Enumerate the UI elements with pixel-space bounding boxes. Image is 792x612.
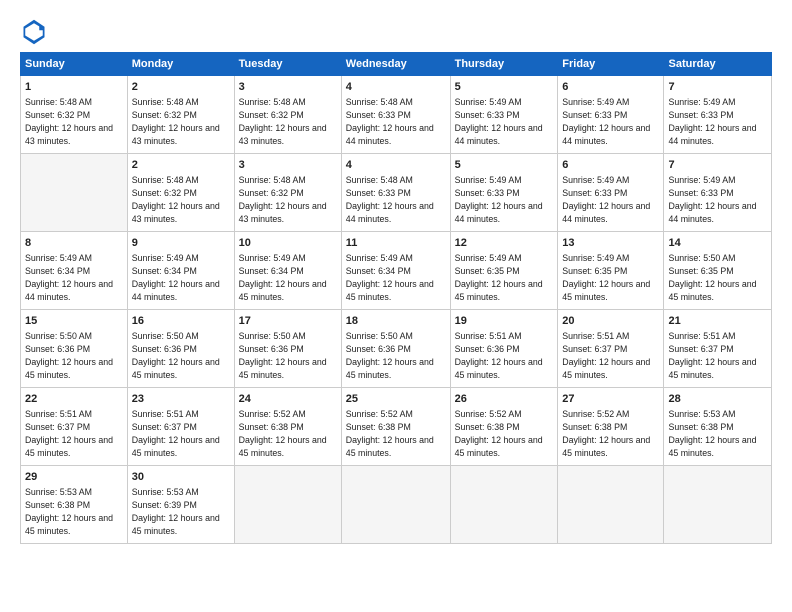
calendar-header-row: SundayMondayTuesdayWednesdayThursdayFrid… — [21, 53, 772, 76]
calendar-cell: 29Sunrise: 5:53 AMSunset: 6:38 PMDayligh… — [21, 466, 128, 544]
calendar-cell: 10Sunrise: 5:49 AMSunset: 6:34 PMDayligh… — [234, 232, 341, 310]
calendar-cell: 16Sunrise: 5:50 AMSunset: 6:36 PMDayligh… — [127, 310, 234, 388]
calendar-cell: 1Sunrise: 5:48 AMSunset: 6:32 PMDaylight… — [21, 76, 128, 154]
calendar-cell: 24Sunrise: 5:52 AMSunset: 6:38 PMDayligh… — [234, 388, 341, 466]
calendar-cell: 28Sunrise: 5:53 AMSunset: 6:38 PMDayligh… — [664, 388, 772, 466]
calendar-cell: 23Sunrise: 5:51 AMSunset: 6:37 PMDayligh… — [127, 388, 234, 466]
calendar-cell: 3Sunrise: 5:48 AMSunset: 6:32 PMDaylight… — [234, 76, 341, 154]
calendar-cell: 30Sunrise: 5:53 AMSunset: 6:39 PMDayligh… — [127, 466, 234, 544]
calendar-row: 1Sunrise: 5:48 AMSunset: 6:32 PMDaylight… — [21, 76, 772, 154]
calendar-cell: 13Sunrise: 5:49 AMSunset: 6:35 PMDayligh… — [558, 232, 664, 310]
calendar-cell: 6Sunrise: 5:49 AMSunset: 6:33 PMDaylight… — [558, 154, 664, 232]
calendar-cell: 5Sunrise: 5:49 AMSunset: 6:33 PMDaylight… — [450, 76, 558, 154]
calendar-cell: 2Sunrise: 5:48 AMSunset: 6:32 PMDaylight… — [127, 76, 234, 154]
calendar-cell: 4Sunrise: 5:48 AMSunset: 6:33 PMDaylight… — [341, 76, 450, 154]
calendar-cell: 17Sunrise: 5:50 AMSunset: 6:36 PMDayligh… — [234, 310, 341, 388]
calendar-cell: 3Sunrise: 5:48 AMSunset: 6:32 PMDaylight… — [234, 154, 341, 232]
calendar-cell — [558, 466, 664, 544]
calendar-row: 22Sunrise: 5:51 AMSunset: 6:37 PMDayligh… — [21, 388, 772, 466]
calendar-cell: 25Sunrise: 5:52 AMSunset: 6:38 PMDayligh… — [341, 388, 450, 466]
calendar-cell: 4Sunrise: 5:48 AMSunset: 6:33 PMDaylight… — [341, 154, 450, 232]
page: SundayMondayTuesdayWednesdayThursdayFrid… — [0, 0, 792, 554]
calendar-header-cell: Sunday — [21, 53, 128, 76]
calendar-row: 29Sunrise: 5:53 AMSunset: 6:38 PMDayligh… — [21, 466, 772, 544]
calendar-header-cell: Tuesday — [234, 53, 341, 76]
calendar-cell: 14Sunrise: 5:50 AMSunset: 6:35 PMDayligh… — [664, 232, 772, 310]
calendar-cell: 9Sunrise: 5:49 AMSunset: 6:34 PMDaylight… — [127, 232, 234, 310]
calendar-cell: 22Sunrise: 5:51 AMSunset: 6:37 PMDayligh… — [21, 388, 128, 466]
calendar-cell — [664, 466, 772, 544]
calendar-header-cell: Friday — [558, 53, 664, 76]
calendar-header-cell: Thursday — [450, 53, 558, 76]
calendar-cell: 11Sunrise: 5:49 AMSunset: 6:34 PMDayligh… — [341, 232, 450, 310]
calendar-cell: 8Sunrise: 5:49 AMSunset: 6:34 PMDaylight… — [21, 232, 128, 310]
calendar-cell: 18Sunrise: 5:50 AMSunset: 6:36 PMDayligh… — [341, 310, 450, 388]
calendar-row: 2Sunrise: 5:48 AMSunset: 6:32 PMDaylight… — [21, 154, 772, 232]
calendar-body: 1Sunrise: 5:48 AMSunset: 6:32 PMDaylight… — [21, 76, 772, 544]
calendar-header-cell: Saturday — [664, 53, 772, 76]
calendar-cell — [21, 154, 128, 232]
logo-icon — [20, 18, 48, 46]
calendar-header-cell: Wednesday — [341, 53, 450, 76]
calendar-cell: 12Sunrise: 5:49 AMSunset: 6:35 PMDayligh… — [450, 232, 558, 310]
calendar-cell: 19Sunrise: 5:51 AMSunset: 6:36 PMDayligh… — [450, 310, 558, 388]
calendar-row: 8Sunrise: 5:49 AMSunset: 6:34 PMDaylight… — [21, 232, 772, 310]
calendar-cell: 5Sunrise: 5:49 AMSunset: 6:33 PMDaylight… — [450, 154, 558, 232]
calendar-cell: 27Sunrise: 5:52 AMSunset: 6:38 PMDayligh… — [558, 388, 664, 466]
calendar-table: SundayMondayTuesdayWednesdayThursdayFrid… — [20, 52, 772, 544]
calendar-cell — [341, 466, 450, 544]
calendar-cell: 21Sunrise: 5:51 AMSunset: 6:37 PMDayligh… — [664, 310, 772, 388]
calendar-cell: 7Sunrise: 5:49 AMSunset: 6:33 PMDaylight… — [664, 154, 772, 232]
calendar-cell: 6Sunrise: 5:49 AMSunset: 6:33 PMDaylight… — [558, 76, 664, 154]
header — [20, 18, 772, 46]
calendar-cell: 26Sunrise: 5:52 AMSunset: 6:38 PMDayligh… — [450, 388, 558, 466]
calendar-cell: 7Sunrise: 5:49 AMSunset: 6:33 PMDaylight… — [664, 76, 772, 154]
calendar-row: 15Sunrise: 5:50 AMSunset: 6:36 PMDayligh… — [21, 310, 772, 388]
calendar-cell: 2Sunrise: 5:48 AMSunset: 6:32 PMDaylight… — [127, 154, 234, 232]
calendar-cell — [234, 466, 341, 544]
calendar-cell: 20Sunrise: 5:51 AMSunset: 6:37 PMDayligh… — [558, 310, 664, 388]
calendar-header-cell: Monday — [127, 53, 234, 76]
calendar-cell — [450, 466, 558, 544]
calendar-cell: 15Sunrise: 5:50 AMSunset: 6:36 PMDayligh… — [21, 310, 128, 388]
logo — [20, 18, 52, 46]
